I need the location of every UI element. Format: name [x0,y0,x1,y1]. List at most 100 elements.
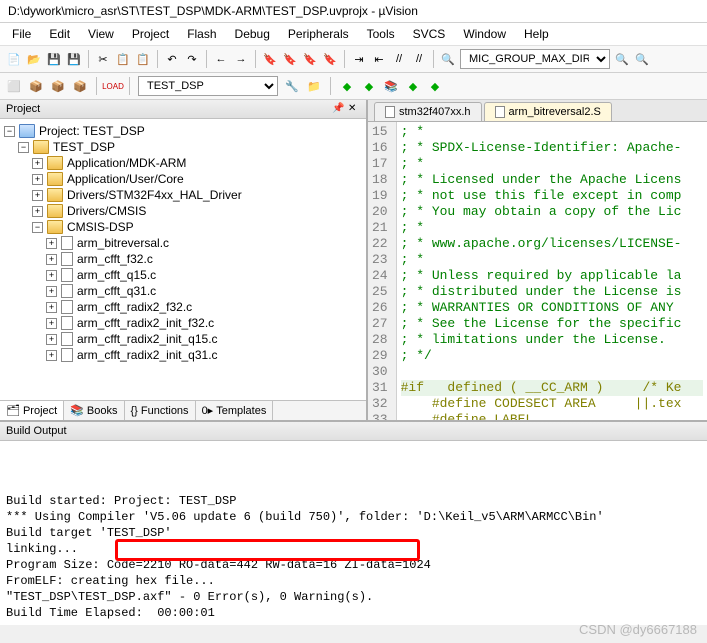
cut-icon[interactable]: ✂ [95,51,111,67]
folder-icon [47,156,63,170]
bookmark-next-icon[interactable]: 🔖 [302,51,318,67]
bookmark-prev-icon[interactable]: 🔖 [282,51,298,67]
editor-area: stm32f407xx.h arm_bitreversal2.S 1516171… [368,100,707,420]
expand-icon[interactable]: + [46,286,57,297]
folder-icon [47,204,63,218]
tab-project[interactable]: 🗂Project [0,401,64,420]
tab-templates[interactable]: 0▸Templates [196,401,274,420]
expand-icon[interactable]: + [32,190,43,201]
tab-functions[interactable]: {}Functions [125,401,196,420]
expand-icon[interactable]: + [46,254,57,265]
code-content[interactable]: ; *; * SPDX-License-Identifier: Apache-;… [397,122,707,420]
pin-icon[interactable]: 📌 [332,103,344,115]
expand-icon[interactable]: + [46,270,57,281]
build-toolbar: ⬜ 📦 📦 📦 LOAD TEST_DSP 🔧 📁 ◆ ◆ 📚 ◆ ◆ [0,73,707,100]
tree-group[interactable]: Drivers/STM32F4xx_HAL_Driver [67,188,242,202]
manage-rte-icon[interactable]: ◆ [405,78,421,94]
paste-icon[interactable]: 📋 [135,51,151,67]
editor-tab-stm32[interactable]: stm32f407xx.h [374,102,482,121]
target-options-icon[interactable]: 🔧 [284,78,300,94]
find-icon[interactable]: 🔍 [440,51,456,67]
menu-svcs[interactable]: SVCS [405,25,454,43]
new-file-icon[interactable]: 📄 [6,51,22,67]
menu-project[interactable]: Project [124,25,177,43]
pack-icon[interactable]: ◆ [339,78,355,94]
expand-icon[interactable]: + [46,302,57,313]
translate-icon[interactable]: ⬜ [6,78,22,94]
outdent-icon[interactable]: ⇤ [371,51,387,67]
pack2-icon[interactable]: ◆ [361,78,377,94]
expand-icon[interactable]: + [46,238,57,249]
comment-icon[interactable]: // [391,51,407,67]
code-editor[interactable]: 15161718192021222324252627282930313233 ;… [368,122,707,420]
manage-icon[interactable]: 📁 [306,78,322,94]
tree-file[interactable]: arm_cfft_radix2_init_q31.c [77,348,218,362]
collapse-icon[interactable]: − [4,126,15,137]
tree-file[interactable]: arm_bitreversal.c [77,236,169,250]
expand-icon[interactable]: + [32,158,43,169]
open-file-icon[interactable]: 📂 [26,51,42,67]
debug-icon[interactable]: 🔍 [634,51,650,67]
window-title: D:\dywork\micro_asr\ST\TEST_DSP\MDK-ARM\… [0,0,707,23]
c-file-icon [61,268,73,282]
tree-file[interactable]: arm_cfft_radix2_f32.c [77,300,192,314]
save-all-icon[interactable]: 💾 [66,51,82,67]
build-icon[interactable]: 📦 [28,78,44,94]
books-icon[interactable]: 📚 [383,78,399,94]
menu-help[interactable]: Help [516,25,557,43]
target-select[interactable]: TEST_DSP [138,76,278,96]
find-next-icon[interactable]: 🔍 [614,51,630,67]
bookmark-icon[interactable]: 🔖 [262,51,278,67]
tree-file[interactable]: arm_cfft_f32.c [77,252,153,266]
rebuild-icon[interactable]: 📦 [50,78,66,94]
menu-peripherals[interactable]: Peripherals [280,25,357,43]
tree-project-root[interactable]: Project: TEST_DSP [39,124,145,138]
select-rte-icon[interactable]: ◆ [427,78,443,94]
collapse-icon[interactable]: − [32,222,43,233]
tab-books[interactable]: 📚Books [64,401,124,420]
expand-icon[interactable]: + [32,174,43,185]
build-batch-icon[interactable]: 📦 [72,78,88,94]
find-select[interactable]: MIC_GROUP_MAX_DIR [460,49,610,69]
close-icon[interactable]: ✕ [348,103,360,115]
tree-group[interactable]: Application/MDK-ARM [67,156,186,170]
save-icon[interactable]: 💾 [46,51,62,67]
expand-icon[interactable]: + [46,318,57,329]
menu-tools[interactable]: Tools [359,25,403,43]
build-output-text[interactable]: Build started: Project: TEST_DSP*** Usin… [0,441,707,625]
tree-file[interactable]: arm_cfft_q15.c [77,268,156,282]
indent-icon[interactable]: ⇥ [351,51,367,67]
menu-window[interactable]: Window [455,25,514,43]
nav-forward-icon[interactable]: → [233,51,249,67]
build-output-panel: Build Output Build started: Project: TES… [0,420,707,625]
nav-back-icon[interactable]: ← [213,51,229,67]
h-file-icon [385,106,395,118]
redo-icon[interactable]: ↷ [184,51,200,67]
tree-group-cmsis-dsp[interactable]: CMSIS-DSP [67,220,134,234]
download-icon[interactable]: LOAD [105,78,121,94]
collapse-icon[interactable]: − [18,142,29,153]
bookmark-clear-icon[interactable]: 🔖 [322,51,338,67]
expand-icon[interactable]: + [32,206,43,217]
undo-icon[interactable]: ↶ [164,51,180,67]
menu-debug[interactable]: Debug [227,25,278,43]
tree-group[interactable]: Drivers/CMSIS [67,204,146,218]
expand-icon[interactable]: + [46,334,57,345]
menu-view[interactable]: View [80,25,122,43]
project-tree[interactable]: −Project: TEST_DSP −TEST_DSP +Applicatio… [0,119,366,400]
c-file-icon [61,284,73,298]
tree-file[interactable]: arm_cfft_radix2_init_f32.c [77,316,214,330]
menu-flash[interactable]: Flash [179,25,224,43]
menu-file[interactable]: File [4,25,39,43]
uncomment-icon[interactable]: // [411,51,427,67]
tree-file[interactable]: arm_cfft_q31.c [77,284,156,298]
tree-file[interactable]: arm_cfft_radix2_init_q15.c [77,332,218,346]
tree-target[interactable]: TEST_DSP [53,140,115,154]
separator [206,50,207,68]
menu-edit[interactable]: Edit [41,25,78,43]
tree-group[interactable]: Application/User/Core [67,172,184,186]
copy-icon[interactable]: 📋 [115,51,131,67]
c-file-icon [61,300,73,314]
expand-icon[interactable]: + [46,350,57,361]
editor-tab-bitreversal[interactable]: arm_bitreversal2.S [484,102,612,121]
